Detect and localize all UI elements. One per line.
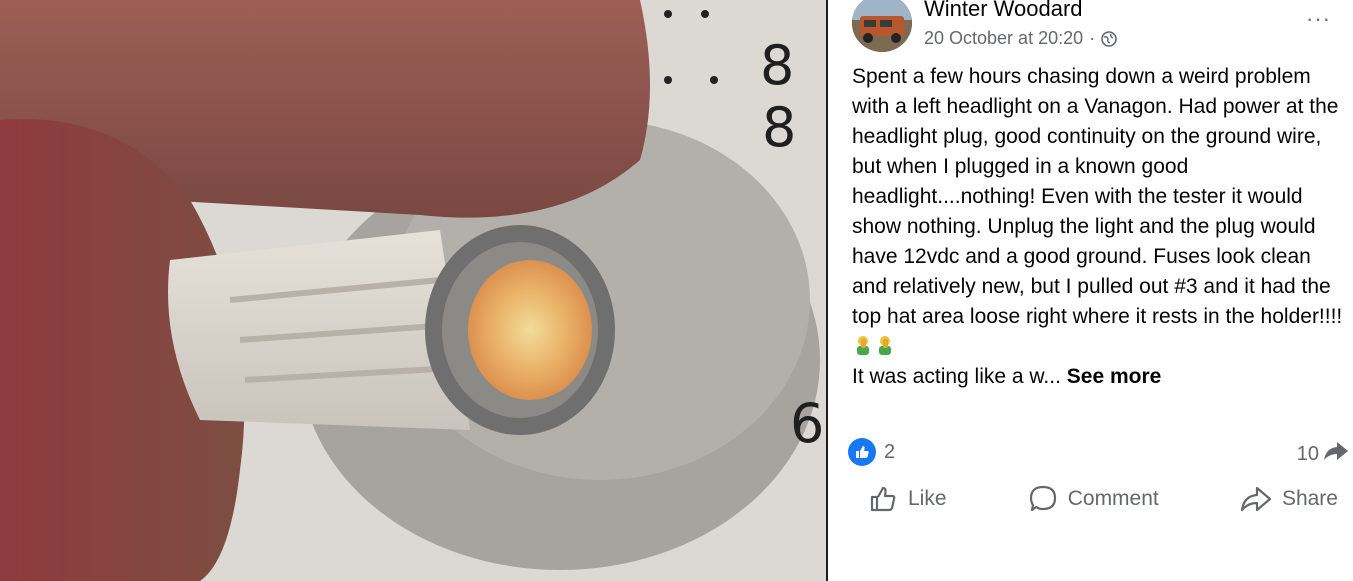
post-text: Spent a few hours chasing down a weird p… bbox=[852, 65, 1343, 328]
post-photo[interactable]: 8 8 6 bbox=[0, 0, 826, 581]
comment-label: Comment bbox=[1067, 487, 1159, 510]
post-meta: 20 October at 20:20 · bbox=[924, 28, 1117, 49]
like-reaction-icon bbox=[848, 438, 876, 466]
share-button[interactable]: Share bbox=[1240, 485, 1338, 513]
reaction-count: 2 bbox=[884, 440, 896, 463]
post-timestamp[interactable]: 20 October at 20:20 bbox=[924, 28, 1083, 49]
man-facepalming-emoji-icon bbox=[874, 334, 896, 356]
comment-bubble-icon bbox=[1028, 484, 1058, 514]
avatar-image bbox=[852, 0, 912, 52]
post-text-paragraph: It was acting like a w... See more bbox=[852, 362, 1347, 392]
comment-button[interactable]: Comment bbox=[1028, 484, 1159, 514]
share-count: 10 bbox=[1296, 442, 1319, 465]
meta-separator: · bbox=[1089, 28, 1096, 48]
share-icon bbox=[1240, 485, 1272, 513]
post-actions: Like Comment Share bbox=[868, 484, 1338, 514]
share-label: Share bbox=[1281, 487, 1338, 510]
post-text-paragraph: Spent a few hours chasing down a weird p… bbox=[852, 62, 1347, 362]
post-text-truncated: It was acting like a w... bbox=[852, 365, 1061, 388]
ruler-digit: 8 bbox=[760, 34, 795, 97]
post-body: Spent a few hours chasing down a weird p… bbox=[852, 62, 1347, 392]
thumbs-up-icon bbox=[868, 484, 898, 514]
like-button[interactable]: Like bbox=[868, 484, 947, 514]
post-panel: Winter Woodard 20 October at 20:20 · ···… bbox=[828, 0, 1353, 581]
ruler-digit: 8 bbox=[762, 96, 797, 159]
share-summary[interactable]: 10 bbox=[1297, 440, 1349, 468]
fuse-photo-image bbox=[0, 0, 826, 581]
reaction-summary[interactable]: 2 bbox=[848, 438, 895, 466]
more-options-button[interactable]: ··· bbox=[1306, 6, 1331, 32]
like-label: Like bbox=[908, 487, 947, 510]
ruler-digit: 6 bbox=[790, 392, 825, 455]
author-name[interactable]: Winter Woodard bbox=[924, 0, 1083, 22]
see-more-link[interactable]: See more bbox=[1067, 365, 1162, 388]
avatar[interactable] bbox=[852, 0, 912, 52]
globe-icon bbox=[1101, 30, 1117, 47]
share-arrow-icon bbox=[1323, 440, 1349, 468]
man-facepalming-emoji-icon bbox=[852, 334, 874, 356]
